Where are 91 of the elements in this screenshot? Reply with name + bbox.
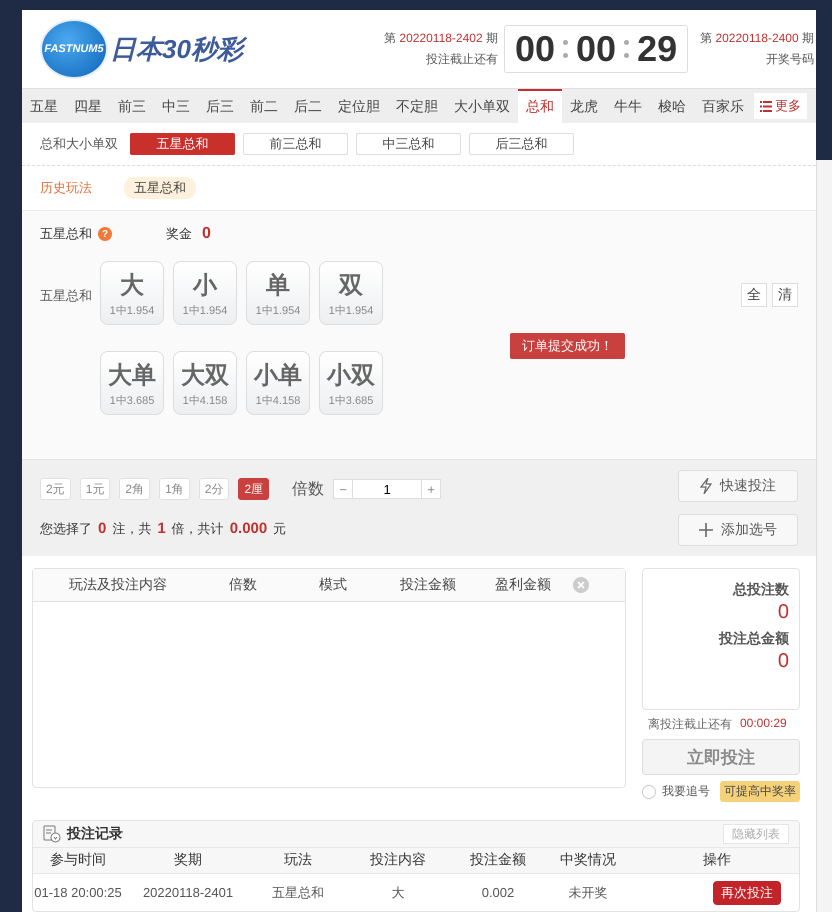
column-header: 中奖情况 <box>559 851 617 870</box>
table-cell: 01-18 20:00:25 <box>33 885 123 900</box>
nav-tab[interactable]: 不定胆 <box>388 89 446 123</box>
nav-tab[interactable]: 四星 <box>66 89 110 123</box>
multiplier-label: 倍数 <box>292 480 324 500</box>
quick-bet-button[interactable]: 快速投注 <box>678 470 798 502</box>
group-label: 总和大小单双 <box>40 135 118 153</box>
lightning-icon <box>700 478 712 494</box>
total-count-value: 0 <box>778 601 789 624</box>
row-label: 五星总和 <box>40 287 93 305</box>
column-header: 投注金额 <box>399 576 457 594</box>
nav-tab[interactable]: 百家乐 <box>694 89 752 123</box>
history-label: 历史玩法 <box>40 179 92 197</box>
countdown-timer: 00 00 29 <box>504 25 688 73</box>
table-cell-text: 20220118-2401 <box>142 885 234 900</box>
table-cell-text: 0.002 <box>480 885 516 900</box>
column-header: 玩法 <box>283 851 313 870</box>
table-cell-text: 大 <box>390 884 406 902</box>
bet-option[interactable]: 大 1中1.954 <box>100 261 164 325</box>
column-header: 投注内容 <box>369 851 427 870</box>
toast-message: 订单提交成功！ <box>510 333 625 359</box>
issue-caption: 投注截止还有 <box>426 51 498 68</box>
deadline-time: 00:00:29 <box>740 716 787 732</box>
receipt-icon <box>43 824 61 843</box>
chase-badge: 可提高中奖率 <box>720 781 800 802</box>
table-cell-text: 未开奖 <box>568 884 608 902</box>
issue-caption: 开奖号码 <box>766 51 814 68</box>
column-header: 投注金额 <box>469 851 527 870</box>
bet-option[interactable]: 小 1中1.954 <box>173 261 237 325</box>
nav-tab[interactable]: 梭哈 <box>650 89 694 123</box>
sub-tab[interactable]: 前三总和 <box>243 133 348 155</box>
total-amount-value: 0 <box>778 650 789 673</box>
bet-option[interactable]: 大单 1中3.685 <box>100 351 164 415</box>
quick-select-button[interactable]: 清 <box>772 283 798 307</box>
nav-tab[interactable]: 龙虎 <box>562 89 606 123</box>
selection-summary: 您选择了 0 注，共 1 倍，共计 0.000 元 <box>40 520 288 538</box>
logo-title: 日本30秒彩 <box>110 31 249 67</box>
chase-label: 我要追号 <box>662 783 710 800</box>
multiplier-field[interactable]: 1 <box>352 480 422 498</box>
nav-tab[interactable]: 后三 <box>198 89 242 123</box>
bet-option[interactable]: 双 1中1.954 <box>319 261 383 325</box>
unit-button[interactable]: 2厘 <box>238 478 270 500</box>
records-title: 投注记录 <box>67 824 123 843</box>
column-header: 奖期 <box>173 851 203 870</box>
deadline-label: 离投注截止还有 <box>648 716 732 733</box>
logo-badge: FASTNUM5 <box>40 19 108 79</box>
nav-tab[interactable]: 五星 <box>22 89 66 123</box>
history-chip[interactable]: 五星总和 <box>124 177 196 199</box>
nav-tab[interactable]: 中三 <box>154 89 198 123</box>
column-header: 模式 <box>318 576 348 594</box>
issue-number: 第 20220118-2402 期 <box>384 30 498 47</box>
nav-tab[interactable]: 定位胆 <box>330 89 388 123</box>
bet-option[interactable]: 小单 1中4.158 <box>246 351 310 415</box>
chase-radio[interactable] <box>642 784 656 798</box>
sub-tab[interactable]: 后三总和 <box>469 133 574 155</box>
nav-tab[interactable]: 牛牛 <box>606 89 650 123</box>
nav-tab[interactable]: 前三 <box>110 89 154 123</box>
list-icon <box>760 100 772 112</box>
bet-again-button[interactable]: 再次投注 <box>713 880 781 905</box>
prize-value: 0 <box>202 225 211 243</box>
more-button[interactable]: 更多 <box>754 93 807 119</box>
play-title: 五星总和 <box>40 225 92 243</box>
nav-tab[interactable]: 后二 <box>286 89 330 123</box>
unit-button[interactable]: 2角 <box>119 478 150 500</box>
add-selection-button[interactable]: 添加选号 <box>678 514 798 546</box>
total-amount-label: 投注总金额 <box>719 630 789 648</box>
plus-icon <box>699 523 713 537</box>
unit-button[interactable]: 2元 <box>40 478 71 500</box>
sub-tab[interactable]: 中三总和 <box>356 133 461 155</box>
prize-label: 奖金 <box>166 225 192 243</box>
table-cell-text: 五星总和 <box>271 884 325 902</box>
quick-select-button[interactable]: 全 <box>741 283 767 307</box>
column-header: 参与时间 <box>49 851 107 870</box>
total-count-label: 总投注数 <box>733 581 789 599</box>
nav-tab[interactable]: 总和 <box>518 89 562 123</box>
unit-button[interactable]: 1元 <box>80 478 110 500</box>
column-header: 玩法及投注内容 <box>68 576 168 594</box>
column-header: 倍数 <box>228 576 258 594</box>
clear-icon[interactable] <box>573 577 589 593</box>
multiplier-stepper[interactable]: − 1 + <box>333 479 442 499</box>
column-header: 盈利金额 <box>494 576 552 594</box>
bet-option[interactable]: 小双 1中3.685 <box>319 351 383 415</box>
bet-option[interactable]: 单 1中1.954 <box>246 261 310 325</box>
sub-tab[interactable]: 五星总和 <box>130 133 235 155</box>
column-header: 操作 <box>702 851 732 870</box>
nav-tab[interactable]: 大小单双 <box>446 89 518 123</box>
issue-number: 第 20220118-2400 期 <box>700 30 814 47</box>
nav-tab[interactable]: 前二 <box>242 89 286 123</box>
unit-button[interactable]: 2分 <box>198 478 230 500</box>
unit-button[interactable]: 1角 <box>159 478 190 500</box>
bet-option[interactable]: 大双 1中4.158 <box>173 351 237 415</box>
